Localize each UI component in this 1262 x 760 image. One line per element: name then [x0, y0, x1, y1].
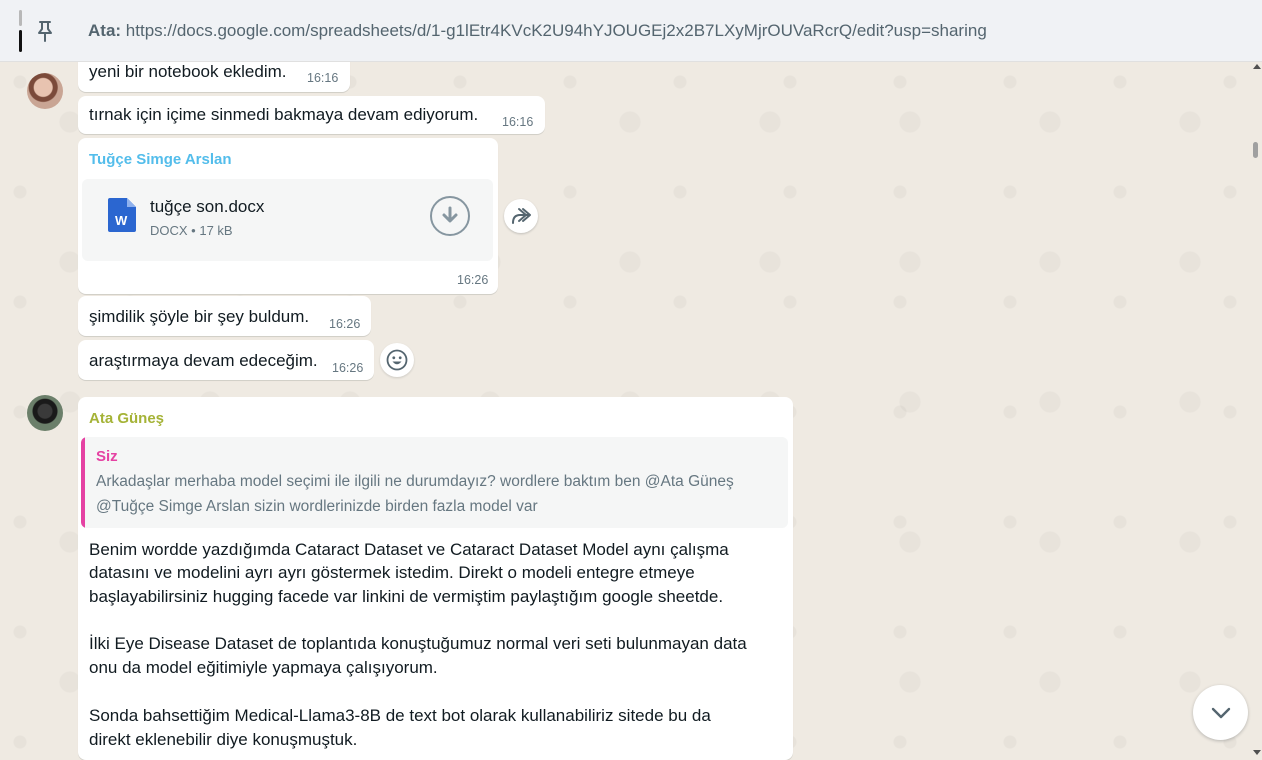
- scrollbar[interactable]: [1250, 62, 1262, 760]
- download-button[interactable]: [430, 196, 470, 236]
- message-line: İlki Eye Disease Dataset de toplantıda k…: [89, 634, 747, 653]
- react-button[interactable]: [380, 343, 414, 377]
- message-time: 16:26: [457, 273, 489, 287]
- message-bubble[interactable]: şimdilik şöyle bir şey buldum. 16:26: [78, 296, 371, 336]
- document-attachment[interactable]: W tuğçe son.docx DOCX • 17 kB: [82, 179, 493, 261]
- pinned-sender: Ata:: [88, 21, 122, 40]
- message-text: araştırmaya devam edeceğim.: [89, 351, 318, 370]
- pinned-message-bar[interactable]: Ata: https://docs.google.com/spreadsheet…: [0, 0, 1262, 62]
- message-line: datasını ve modelini ayrı ayrı göstermek…: [89, 563, 695, 582]
- pinned-link[interactable]: https://docs.google.com/spreadsheets/d/1…: [126, 21, 987, 40]
- message-text: şimdilik şöyle bir şey buldum.: [89, 307, 310, 326]
- sender-name[interactable]: Tuğçe Simge Arslan: [89, 151, 232, 168]
- message-time: 16:16: [307, 71, 339, 85]
- reply-message[interactable]: Ata Güneş Siz Arkadaşlar merhaba model s…: [78, 397, 793, 760]
- word-doc-icon: W: [108, 198, 136, 232]
- forward-icon: [512, 208, 531, 224]
- scroll-down-arrow-icon[interactable]: [1253, 750, 1261, 755]
- message-line: Sonda bahsettiğim Medical-Llama3-8B de t…: [89, 706, 711, 725]
- scroll-to-bottom-button[interactable]: [1193, 685, 1248, 740]
- forward-button[interactable]: [504, 199, 538, 233]
- document-name: tuğçe son.docx: [150, 197, 265, 216]
- emoji-icon: [386, 349, 408, 371]
- message-line: onu da model eğitimiyle yapmaya çalışıyo…: [89, 658, 438, 677]
- message-bubble[interactable]: tırnak için içime sinmedi bakmaya devam …: [78, 96, 545, 134]
- scroll-thumb[interactable]: [1253, 142, 1258, 158]
- scroll-up-arrow-icon[interactable]: [1253, 64, 1261, 69]
- document-message[interactable]: Tuğçe Simge Arslan W tuğçe son.docx DOCX…: [78, 138, 498, 294]
- pinned-indicator: [19, 10, 22, 52]
- document-meta: DOCX • 17 kB: [150, 223, 233, 238]
- quoted-message[interactable]: Siz Arkadaşlar merhaba model seçimi ile …: [81, 437, 788, 528]
- download-icon: [442, 206, 458, 223]
- message-time: 16:26: [332, 361, 364, 375]
- svg-text:W: W: [115, 213, 128, 228]
- message-time: 16:26: [329, 317, 361, 331]
- quote-sender: Siz: [96, 448, 118, 465]
- avatar[interactable]: [27, 395, 63, 431]
- message-time: 16:16: [502, 115, 534, 129]
- message-text: yeni bir notebook ekledim.: [89, 62, 287, 81]
- pinned-message-text[interactable]: Ata: https://docs.google.com/spreadsheet…: [88, 21, 987, 41]
- quote-accent-bar: [81, 437, 85, 528]
- pin-icon[interactable]: [35, 20, 55, 42]
- avatar[interactable]: [27, 73, 63, 109]
- chevron-down-icon: [1211, 707, 1230, 718]
- message-line: Benim wordde yazdığımda Cataract Dataset…: [89, 540, 729, 559]
- quote-line: Arkadaşlar merhaba model seçimi ile ilgi…: [96, 473, 734, 490]
- message-line: başlayabilirsiniz hugging facede var lin…: [89, 587, 724, 606]
- message-text: tırnak için içime sinmedi bakmaya devam …: [89, 105, 479, 124]
- sender-name[interactable]: Ata Güneş: [89, 410, 164, 427]
- message-bubble[interactable]: araştırmaya devam edeceğim. 16:26: [78, 340, 374, 380]
- message-line: direkt eklenebilir diye konuşmuştuk.: [89, 730, 358, 749]
- quote-line: @Tuğçe Simge Arslan sizin wordlerinizde …: [96, 498, 538, 515]
